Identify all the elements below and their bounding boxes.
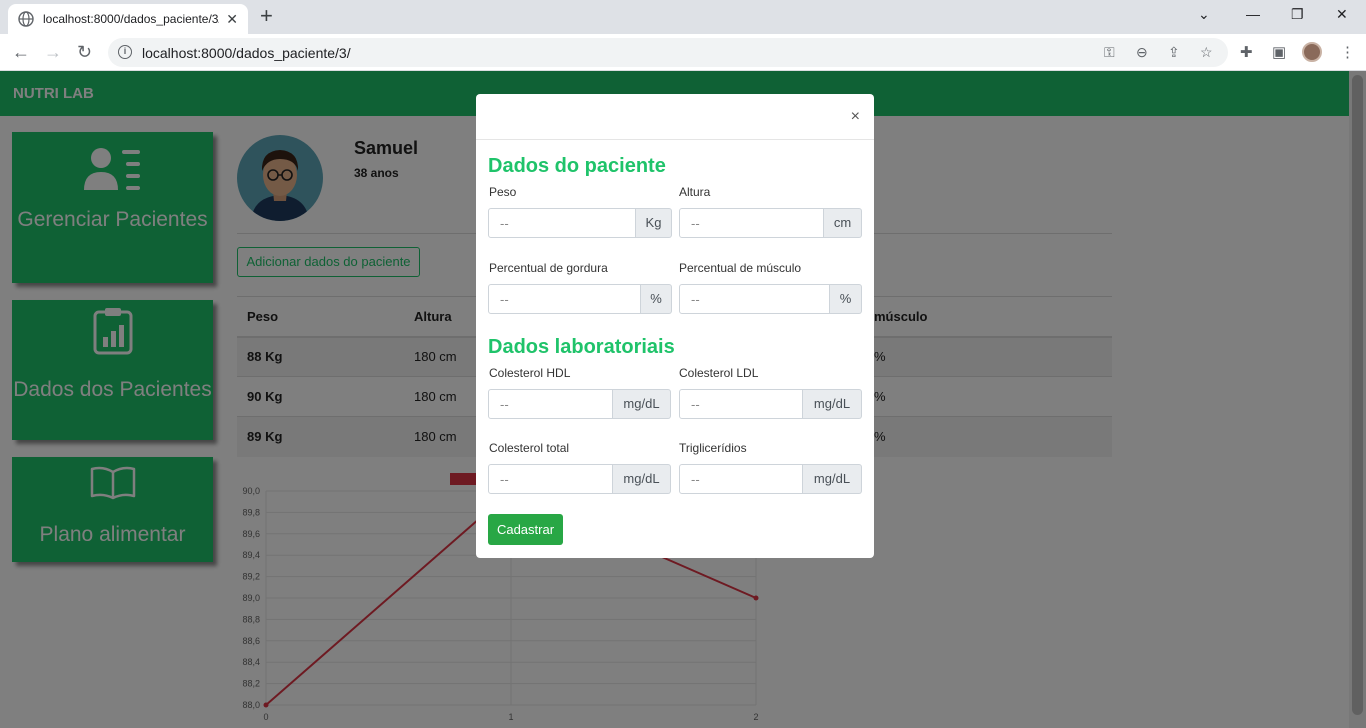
trig-input-group: mg/dL: [679, 464, 862, 494]
new-tab-icon[interactable]: +: [260, 5, 273, 27]
tab-close-icon[interactable]: ✕: [226, 12, 238, 26]
colesterol-total-input[interactable]: [488, 464, 613, 494]
url-text: localhost:8000/dados_paciente/3/: [142, 44, 351, 61]
close-window-icon[interactable]: ✕: [1336, 6, 1348, 23]
gordura-input[interactable]: [488, 284, 641, 314]
unit-addon: mg/dL: [613, 389, 671, 419]
address-bar[interactable]: i localhost:8000/dados_paciente/3/ ⚿ ⊖ ⇪…: [108, 38, 1228, 67]
page: NUTRI LAB Gerenciar Pacientes Dados dos …: [0, 71, 1366, 728]
peso-input[interactable]: [488, 208, 636, 238]
musculo-input[interactable]: [679, 284, 830, 314]
restore-icon[interactable]: ❐: [1291, 6, 1304, 23]
unit-addon: cm: [824, 208, 862, 238]
label-altura: Altura: [679, 185, 711, 199]
forward-arrow-icon[interactable]: →: [44, 42, 62, 62]
minimize-icon[interactable]: —: [1246, 6, 1260, 22]
close-icon[interactable]: ×: [851, 109, 860, 125]
browser-toolbar: ← → ↻ i localhost:8000/dados_paciente/3/…: [0, 34, 1366, 71]
label-colesterol-total: Colesterol total: [489, 441, 570, 455]
browser-tab[interactable]: localhost:8000/dados_paciente/3/ ✕: [8, 4, 248, 34]
label-trigliceridios: Triglicerídios: [679, 441, 747, 455]
unit-addon: %: [641, 284, 672, 314]
back-arrow-icon[interactable]: ←: [12, 42, 30, 62]
star-icon[interactable]: ☆: [1200, 44, 1213, 61]
unit-addon: %: [830, 284, 862, 314]
info-icon[interactable]: i: [118, 45, 132, 59]
peso-input-group: Kg: [488, 208, 672, 238]
modal-header: ×: [476, 94, 874, 140]
section-title-patient: Dados do paciente: [488, 155, 666, 177]
total-input-group: mg/dL: [488, 464, 671, 494]
musculo-input-group: %: [679, 284, 862, 314]
reload-icon[interactable]: ↻: [77, 42, 92, 62]
share-icon[interactable]: ⇪: [1168, 44, 1180, 61]
unit-addon: mg/dL: [803, 389, 862, 419]
trigliceridios-input[interactable]: [679, 464, 803, 494]
altura-input-group: cm: [679, 208, 862, 238]
zoom-icon[interactable]: ⊖: [1136, 44, 1148, 61]
ldl-input-group: mg/dL: [679, 389, 862, 419]
label-gordura: Percentual de gordura: [489, 261, 608, 275]
unit-addon: mg/dL: [803, 464, 862, 494]
add-data-modal: × Dados do paciente Peso Kg Altura cm Pe…: [476, 94, 874, 558]
label-ldl: Colesterol LDL: [679, 366, 759, 380]
key-icon[interactable]: ⚿: [1104, 44, 1115, 61]
globe-icon: [18, 11, 34, 27]
browser-tabbar: localhost:8000/dados_paciente/3/ ✕ + ⌄ —…: [0, 0, 1366, 34]
label-peso: Peso: [489, 185, 517, 199]
hdl-input-group: mg/dL: [488, 389, 671, 419]
gordura-input-group: %: [488, 284, 672, 314]
label-hdl: Colesterol HDL: [489, 366, 571, 380]
tab-title: localhost:8000/dados_paciente/3/: [43, 12, 219, 26]
sidebar-icon[interactable]: ▣: [1272, 43, 1286, 61]
ldl-input[interactable]: [679, 389, 803, 419]
hdl-input[interactable]: [488, 389, 613, 419]
section-title-lab: Dados laboratoriais: [488, 336, 675, 358]
submit-button[interactable]: Cadastrar: [488, 514, 563, 545]
profile-avatar-icon[interactable]: [1302, 42, 1322, 62]
chevron-down-icon[interactable]: ⌄: [1198, 6, 1210, 23]
extensions-icon[interactable]: ✚: [1240, 43, 1253, 61]
label-musculo: Percentual de músculo: [679, 261, 802, 275]
unit-addon: mg/dL: [613, 464, 671, 494]
menu-dots-icon[interactable]: ⋮: [1340, 43, 1355, 61]
altura-input[interactable]: [679, 208, 824, 238]
unit-addon: Kg: [636, 208, 672, 238]
